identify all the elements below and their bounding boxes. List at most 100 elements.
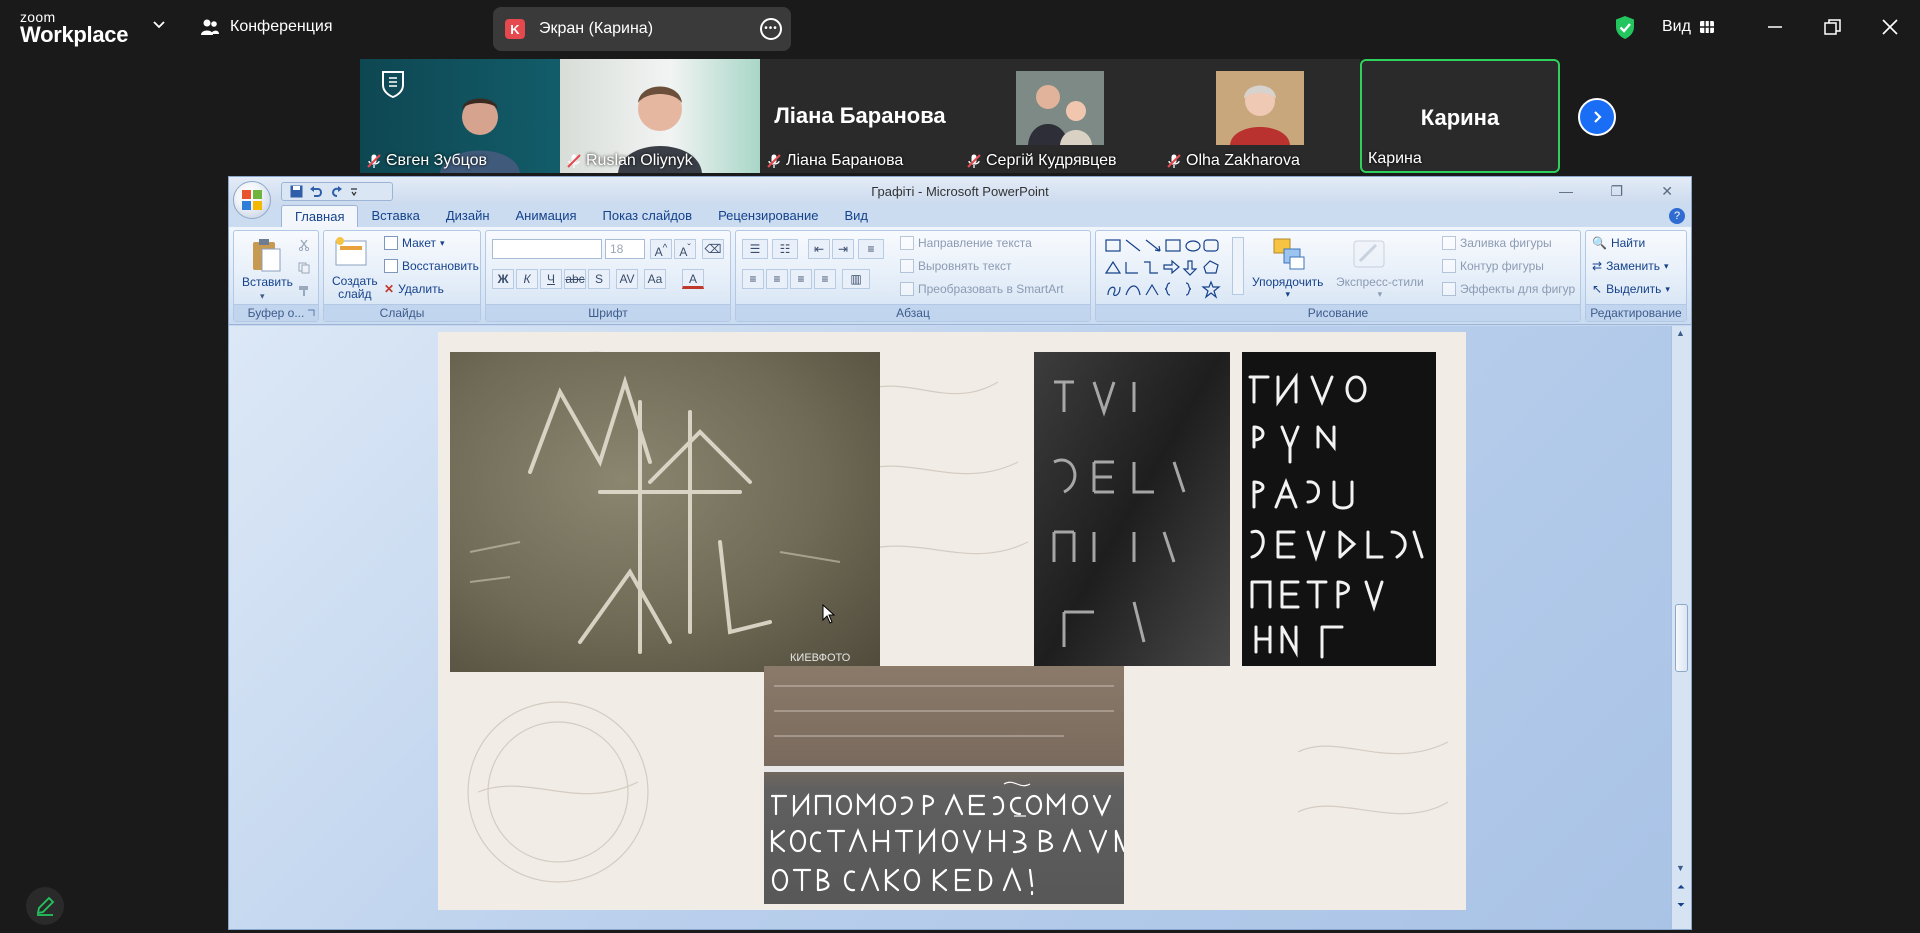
copy-icon[interactable]: [298, 262, 310, 274]
paste-button[interactable]: Вставить: [242, 275, 293, 289]
tab-design[interactable]: Дизайн: [433, 205, 503, 227]
align-left-button[interactable]: ≡: [742, 269, 764, 289]
meeting-label: Конференция: [230, 18, 333, 35]
restore-icon[interactable]: [1821, 16, 1843, 38]
previous-slide-icon[interactable]: ⏶: [1677, 882, 1685, 893]
shape-effects-button[interactable]: Эффекты для фигур: [1442, 282, 1575, 296]
tab-slideshow[interactable]: Показ слайдов: [590, 205, 706, 227]
participant-tile-active-speaker[interactable]: Карина Карина: [1360, 59, 1560, 173]
clear-formatting-button[interactable]: ⌫: [702, 239, 724, 259]
layout-button[interactable]: Макет ▾: [384, 236, 445, 250]
text-direction-label: Направление текста: [918, 236, 1032, 250]
participant-big-name: Ліана Баранова: [774, 103, 946, 128]
tab-home[interactable]: Главная: [281, 205, 359, 227]
ppt-restore-icon[interactable]: ❐: [1610, 183, 1623, 200]
font-color-button[interactable]: A: [682, 269, 704, 289]
security-shield-icon[interactable]: [1614, 15, 1636, 40]
screen-share-indicator[interactable]: K Экран (Карина) •••: [493, 7, 791, 51]
increase-indent-button[interactable]: ⇥: [832, 239, 854, 259]
scrollbar-thumb[interactable]: [1675, 604, 1688, 672]
save-icon[interactable]: [290, 185, 303, 198]
more-options-icon[interactable]: •••: [760, 18, 782, 40]
arrange-button[interactable]: Упорядочить ▾: [1252, 275, 1323, 300]
shapes-gallery[interactable]: [1104, 237, 1244, 301]
office-logo-icon: [242, 190, 262, 210]
help-icon[interactable]: ?: [1669, 208, 1685, 224]
bullets-button[interactable]: ☰: [742, 239, 768, 259]
align-text-button[interactable]: Выровнять текст: [900, 259, 1011, 273]
align-right-button[interactable]: ≡: [790, 269, 812, 289]
close-icon[interactable]: [1879, 16, 1901, 38]
shape-fill-button[interactable]: Заливка фигуры: [1442, 236, 1552, 250]
format-painter-icon[interactable]: [298, 285, 310, 297]
smartart-button[interactable]: Преобразовать в SmartArt: [900, 282, 1064, 296]
align-center-button[interactable]: ≡: [766, 269, 788, 289]
meeting-menu[interactable]: Конференция: [200, 17, 333, 37]
numbering-button[interactable]: ☷: [772, 239, 798, 259]
grow-font-button[interactable]: A^: [650, 239, 672, 259]
reset-button[interactable]: Восстановить: [384, 259, 479, 273]
font-size-field[interactable]: 18: [605, 239, 645, 259]
ribbon-tabs: Главная Вставка Дизайн Анимация Показ сл…: [229, 205, 1691, 227]
decrease-indent-button[interactable]: ⇤: [808, 239, 830, 259]
inscription-transcription-photo: [764, 666, 1124, 904]
tab-insert[interactable]: Вставка: [358, 205, 432, 227]
redo-icon[interactable]: [329, 185, 343, 198]
new-slide-button[interactable]: Создать слайд: [332, 275, 378, 301]
paste-dropdown-icon[interactable]: ▾: [260, 291, 265, 302]
participant-label: Ліана Баранова: [766, 152, 903, 170]
ppt-close-icon[interactable]: ✕: [1661, 183, 1673, 200]
find-icon: 🔍: [1592, 236, 1607, 250]
change-case-button[interactable]: Aa: [644, 269, 666, 289]
dialog-launcher-icon[interactable]: [307, 309, 316, 318]
italic-button[interactable]: К: [516, 269, 538, 289]
shrink-font-button[interactable]: Aˇ: [674, 239, 696, 259]
minimize-icon[interactable]: [1764, 16, 1786, 38]
scroll-down-icon[interactable]: ▼: [1676, 863, 1685, 873]
participant-tile[interactable]: Olha Zakharova: [1160, 59, 1360, 173]
participant-tile[interactable]: Ліана Баранова Ліана Баранова: [760, 59, 960, 173]
tab-animation[interactable]: Анимация: [503, 205, 590, 227]
slide-editing-canvas[interactable]: КИЕВФОТО: [229, 326, 1673, 929]
cut-icon[interactable]: [298, 239, 310, 251]
tab-view[interactable]: Вид: [831, 205, 881, 227]
justify-button[interactable]: ≡: [814, 269, 836, 289]
strikethrough-button[interactable]: abc: [564, 269, 586, 289]
chevron-down-icon[interactable]: [152, 18, 166, 32]
participant-tile[interactable]: Євген Зубцов: [360, 59, 560, 173]
shadow-button[interactable]: S: [588, 269, 610, 289]
tab-review[interactable]: Рецензирование: [705, 205, 831, 227]
quick-styles-button[interactable]: Экспресс-стили ▾: [1336, 275, 1424, 300]
select-button[interactable]: ↖ Выделить ▾: [1592, 282, 1670, 296]
columns-button[interactable]: ▥: [842, 269, 870, 289]
office-button[interactable]: [233, 181, 271, 219]
ppt-minimize-icon[interactable]: —: [1559, 183, 1573, 199]
char-spacing-button[interactable]: AV: [616, 269, 638, 289]
participant-tile[interactable]: Сергій Кудрявцев: [960, 59, 1160, 173]
shape-outline-button[interactable]: Контур фигуры: [1442, 259, 1544, 273]
delete-button[interactable]: ✕ Удалить: [384, 282, 444, 296]
find-button[interactable]: 🔍 Найти: [1592, 236, 1645, 250]
underline-button[interactable]: Ч: [540, 269, 562, 289]
line-spacing-button[interactable]: ≡: [858, 239, 884, 259]
vertical-scrollbar[interactable]: ▲ ▼ ⏶ ⏷: [1671, 326, 1691, 929]
scroll-up-icon[interactable]: ▲: [1676, 328, 1685, 338]
font-name-field[interactable]: [492, 239, 602, 259]
zoom-workplace-logo[interactable]: zoom Workplace: [20, 10, 128, 46]
participant-avatar: [1216, 71, 1304, 145]
annotate-button[interactable]: [26, 887, 64, 925]
shapes-gallery-scroll[interactable]: [1232, 237, 1244, 295]
next-slide-icon[interactable]: ⏷: [1677, 900, 1685, 911]
graffiti-photo-main: КИЕВФОТО: [450, 352, 880, 672]
view-button[interactable]: Вид: [1662, 18, 1715, 36]
bold-button[interactable]: Ж: [492, 269, 514, 289]
participant-tile[interactable]: Ruslan Oliynyk: [560, 59, 760, 173]
customize-toolbar-icon[interactable]: [349, 186, 359, 198]
text-direction-button[interactable]: Направление текста: [900, 236, 1032, 250]
quick-access-toolbar: [281, 182, 393, 201]
reset-icon: [384, 259, 398, 273]
next-page-button[interactable]: [1578, 98, 1616, 136]
slide[interactable]: КИЕВФОТО: [438, 332, 1466, 910]
replace-button[interactable]: ⇄ Заменить ▾: [1592, 259, 1669, 273]
undo-icon[interactable]: [309, 185, 323, 198]
